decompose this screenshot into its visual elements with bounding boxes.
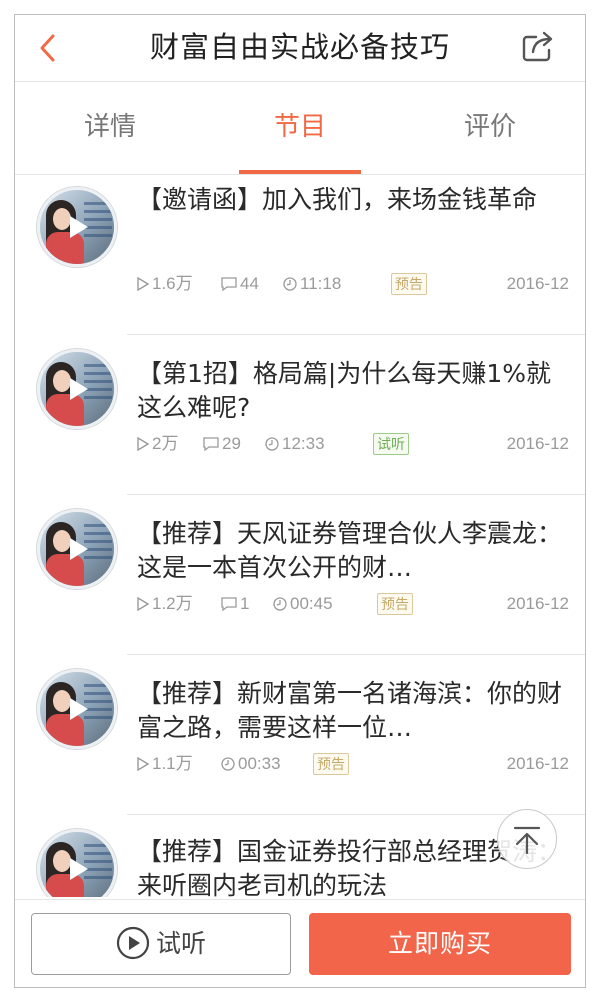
play-icon [70,858,88,880]
preview-badge: 预告 [313,753,349,775]
arrow-up-to-top-icon [513,826,541,855]
play-icon [70,216,88,238]
play-count-icon [137,756,150,771]
page-title: 财富自由实战必备技巧 [149,30,450,64]
episode-thumbnail [37,509,117,589]
share-icon[interactable] [519,27,557,65]
play-count-icon [137,276,150,291]
episode-date: 2016-12 [506,274,569,293]
duration: 00:45 [273,592,333,616]
list-item[interactable]: 【推荐】天风证券管理合伙人李震龙：这是一本首次公开的财… 1.2万 1 00:4… [15,495,585,655]
episode-thumbnail [37,669,117,749]
clock-icon [221,756,235,771]
comment-icon [203,436,219,451]
play-count: 1.1万 [137,752,193,776]
buy-now-button[interactable]: 立即购买 [309,913,571,975]
clock-icon [283,276,297,291]
episode-title: 【推荐】新财富第一名诸海滨：你的财富之路，需要这样一位… [137,679,563,742]
duration: 11:18 [283,272,341,296]
episode-meta: 1.1万 00:33 预告 2016-12 [137,752,569,776]
preview-badge: 预告 [377,593,413,615]
play-circle-icon [116,926,150,960]
preview-badge: 预告 [391,273,427,295]
tab-episodes[interactable]: 节目 [205,82,395,174]
play-count: 2万 [137,432,178,456]
active-tab-indicator [239,170,361,174]
tab-reviews[interactable]: 评价 [395,82,585,174]
clock-icon [273,596,287,611]
tab-details[interactable]: 详情 [15,82,205,174]
chevron-left-icon[interactable] [33,31,63,65]
list-item[interactable]: 【推荐】新财富第一名诸海滨：你的财富之路，需要这样一位… 1.1万 00:33 … [15,655,585,815]
play-icon [70,538,88,560]
comment-count: 29 [203,432,241,456]
list-item[interactable]: 【邀请函】加入我们，来场金钱革命 1.6万 44 11:18 预告 2016-1… [15,175,585,335]
duration: 12:33 [265,432,325,456]
play-count: 1.6万 [137,272,193,296]
app-screen: 财富自由实战必备技巧 详情 节目 评价 【邀请函】加入我们，来场金钱革命 1.6… [14,14,586,988]
episode-list[interactable]: 【邀请函】加入我们，来场金钱革命 1.6万 44 11:18 预告 2016-1… [15,175,585,897]
episode-meta: 2万 29 12:33 试听 2016-12 [137,432,569,456]
comment-icon [221,276,237,291]
episode-title: 【邀请函】加入我们，来场金钱革命 [137,185,538,214]
play-count-icon [137,596,150,611]
episode-thumbnail [37,829,117,897]
play-icon [70,378,88,400]
top-nav-bar: 财富自由实战必备技巧 [15,15,585,82]
list-item[interactable]: 【第1招】格局篇|为什么每天赚1%就这么难呢? 2万 29 12:33 试听 2… [15,335,585,495]
episode-thumbnail [37,349,117,429]
episode-date: 2016-12 [506,434,569,453]
episode-meta: 1.6万 44 11:18 预告 2016-12 [137,272,569,296]
duration: 00:33 [221,752,281,776]
episode-date: 2016-12 [506,594,569,613]
play-count-icon [137,436,150,451]
play-count: 1.2万 [137,592,193,616]
comment-count: 1 [221,592,249,616]
comment-count: 44 [221,272,259,296]
episode-meta: 1.2万 1 00:45 预告 2016-12 [137,592,569,616]
episode-title: 【第1招】格局篇|为什么每天赚1%就这么难呢? [137,359,551,422]
comment-icon [221,596,237,611]
bottom-action-bar: 试听 立即购买 [15,899,585,987]
listen-label: 试听 [155,929,206,958]
episode-title: 【推荐】天风证券管理合伙人李震龙：这是一本首次公开的财… [137,519,563,582]
tab-bar: 详情 节目 评价 [15,82,585,175]
episode-date: 2016-12 [506,754,569,773]
episode-thumbnail [37,187,117,267]
play-icon [70,698,88,720]
listen-button[interactable]: 试听 [31,913,291,975]
clock-icon [265,436,279,451]
trial-badge: 试听 [373,433,409,455]
back-to-top-button[interactable] [497,809,557,869]
